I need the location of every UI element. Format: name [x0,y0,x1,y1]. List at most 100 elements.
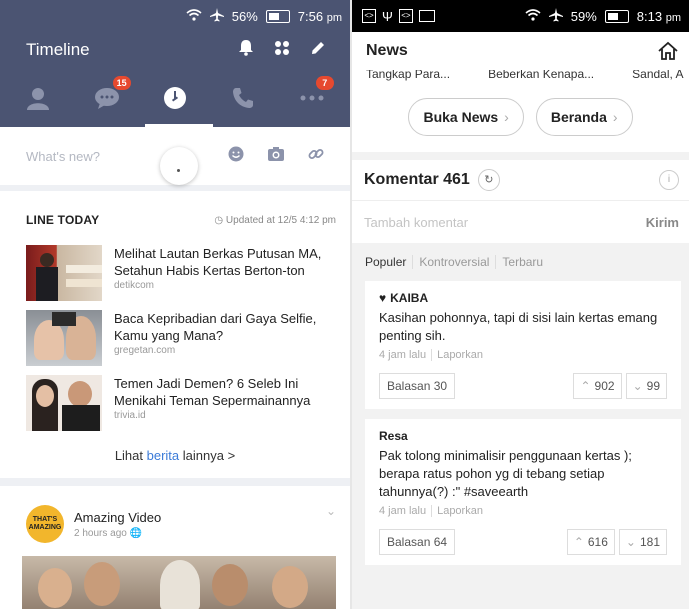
replies-button[interactable]: Balasan 64 [379,529,456,555]
chat-bubble-icon [94,87,119,109]
related-news-item[interactable]: Tangkap Para... [366,70,450,82]
news-source: trivia.id [114,410,146,421]
battery-icon [265,9,290,23]
related-news-item[interactable]: Beberkan Kenapa... [488,70,594,82]
filter-controversial[interactable]: Kontroversial [412,255,495,269]
emoji-icon[interactable] [216,146,256,167]
news-thumbnail [26,245,102,301]
home-button[interactable]: Beranda › [535,98,633,136]
replies-button[interactable]: Balasan 30 [379,373,456,399]
globe-icon: 🌐 [129,527,143,539]
app-header: News [352,32,689,70]
battery-percent: 59% [570,8,597,24]
info-icon[interactable]: i [659,170,679,190]
comment-card: ♥ KAIBA Kasihan pohonnya, tapi di sisi l… [365,281,681,409]
updated-label: ◷ Updated at 12/5 4:12 pm [214,214,336,226]
chevron-down-icon: ⌄ [632,379,643,393]
comments-header: Komentar 461 ↻ i [352,160,689,201]
comment-text: Pak tolong minimalisir penggunaan kertas… [379,448,632,499]
battery-icon [604,9,629,23]
app-header: Timeline [0,32,350,68]
downvote-button[interactable]: ⌄ 99 [625,373,667,399]
chevron-right-icon: › [504,109,509,125]
channel-logo: THAT'S AMAZING [26,505,64,543]
page-title: News [366,42,408,59]
filter-popular[interactable]: Populer [365,255,412,269]
usb-icon: Ψ [382,8,393,24]
send-button[interactable]: Kirim [646,215,679,230]
report-link[interactable]: Laporkan [431,349,483,361]
line-today-header: LINE TODAY ◷ Updated at 12/5 4:12 pm [0,191,350,231]
comment-composer: Tambah komentar Kirim [352,201,689,243]
comment-card: Resa Pak tolong minimalisir penggunaan k… [365,419,681,565]
comment-author: ♥ KAIBA [379,291,429,305]
comment-filters: Populer Kontroversial Terbaru [352,243,689,281]
chats-badge: 15 [112,76,131,90]
filter-latest[interactable]: Terbaru [495,255,549,269]
post-time: 2 hours ago 🌐 [74,527,143,539]
post-image[interactable] [22,556,336,609]
home-icon[interactable] [657,41,679,61]
see-more-news-link[interactable]: Lihat berita lainnya > [0,440,350,478]
comment-input[interactable]: Tambah komentar [364,215,646,230]
more-badge: 7 [315,76,334,90]
open-news-button[interactable]: Buka News › [408,98,524,136]
clock-small-icon: ◷ [214,214,224,226]
related-news-strip[interactable]: Tangkap Para... Beberkan Kenapa... Sanda… [352,70,689,82]
battery-percent: 56% [231,8,258,24]
news-thumbnail [26,375,102,431]
heart-icon: ♥ [379,291,387,305]
clock-time: 7:56 pm [297,8,342,24]
news-item[interactable]: Baca Kepribadian dari Gaya Selfie, Kamu … [0,310,350,375]
post-header[interactable]: THAT'S AMAZING Amazing Video 2 hours ago… [0,486,350,550]
comment-author: Resa [379,429,408,443]
chevron-right-icon: › [612,109,618,125]
chevron-down-icon[interactable]: ⌄ [326,504,336,518]
news-source: gregetan.com [114,345,176,356]
line-today-title: LINE TODAY [26,213,100,227]
comments-title: Komentar 461 [364,171,470,188]
chevron-right-icon: > [227,448,236,463]
tab-timeline[interactable] [144,68,213,127]
tab-more[interactable]: 7 [282,68,342,127]
tab-chats[interactable]: 15 [77,68,137,127]
related-news-item[interactable]: Sandal, A [632,70,683,82]
tab-calls[interactable] [213,68,273,127]
apps-icon[interactable] [264,40,300,61]
more-icon [300,95,324,100]
section-divider [0,478,350,486]
nav-pills: Buka News › Beranda › [352,82,689,152]
airplane-icon [548,7,563,25]
comment-meta: 4 jam lalu Laporkan [379,349,483,361]
tab-bar: 15 7 [0,68,350,127]
bell-icon[interactable] [228,39,264,61]
image-icon [418,10,435,22]
news-source: detikcom [114,280,155,291]
clock-icon [163,86,186,109]
tab-friends[interactable] [8,68,68,127]
news-item[interactable]: Melihat Lautan Berkas Putusan MA, Setahu… [0,245,350,310]
upvote-button[interactable]: ⌃ 902 [573,373,622,399]
edit-icon[interactable] [300,40,336,61]
news-thumbnail [26,310,102,366]
refresh-icon[interactable]: ↻ [477,169,500,191]
person-icon [27,87,50,110]
news-title: Melihat Lautan Berkas Putusan MA, Setahu… [114,246,322,278]
code-icon: <> [398,9,413,23]
comment-text: Kasihan pohonnya, tapi di sisi lain kert… [379,310,658,343]
phone-icon [233,87,254,108]
report-link[interactable]: Laporkan [431,505,483,517]
composer[interactable]: What's new? [0,127,350,191]
wifi-icon [186,8,202,24]
airplane-icon [209,7,224,25]
clock-time: 8:13 pm [636,8,681,24]
post-author: Amazing Video [74,509,162,525]
news-title: Baca Kepribadian dari Gaya Selfie, Kamu … [114,311,317,343]
camera-icon[interactable] [256,146,296,167]
link-icon[interactable] [296,146,336,167]
downvote-button[interactable]: ⌄ 181 [618,529,667,555]
chevron-up-icon: ⌃ [580,379,591,393]
news-item[interactable]: Temen Jadi Demen? 6 Seleb Ini Menikahi T… [0,375,350,440]
status-bar: <> Ψ <> 59% 8:13 pm [352,0,689,32]
upvote-button[interactable]: ⌃ 616 [566,529,615,555]
